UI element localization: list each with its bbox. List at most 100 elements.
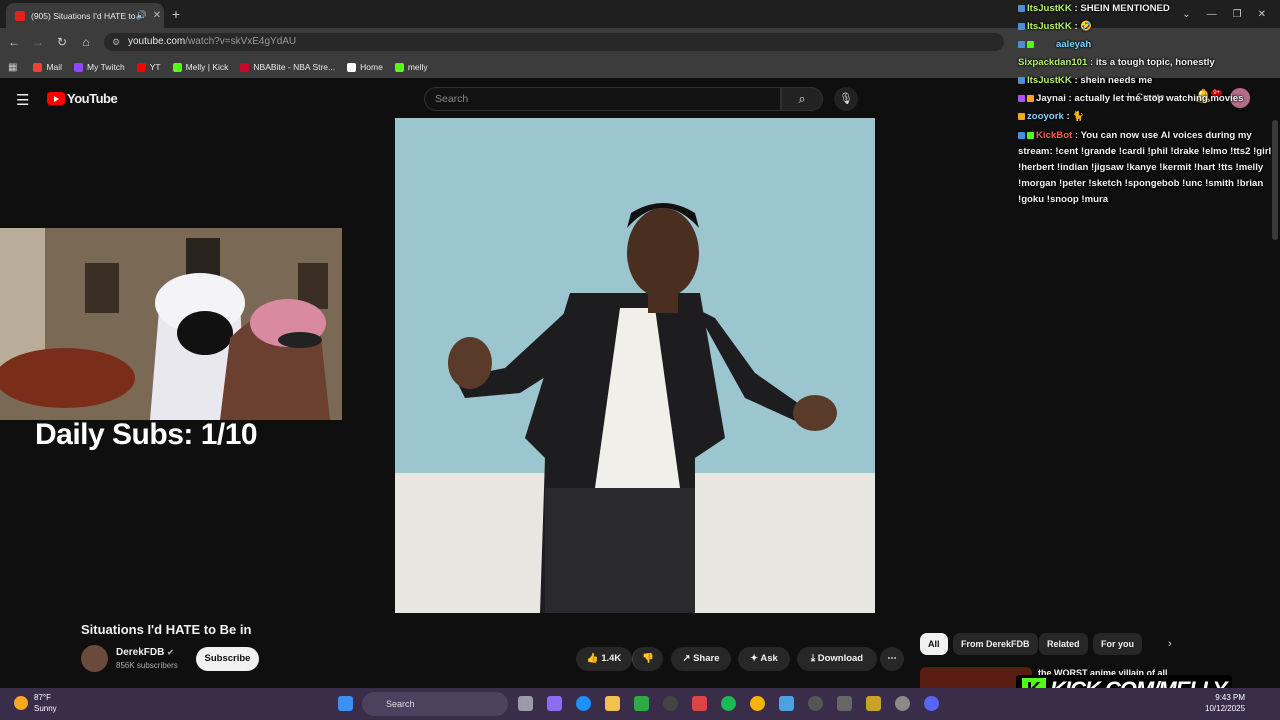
- ask-button[interactable]: ✦ Ask: [738, 647, 790, 671]
- forward-icon[interactable]: →: [30, 34, 46, 50]
- sparkle-icon: ✦: [750, 653, 759, 664]
- chip-all[interactable]: All: [920, 633, 948, 655]
- bookmark-label: My Twitch: [87, 62, 125, 72]
- ask-label: Ask: [760, 653, 778, 664]
- download-label: Download: [817, 653, 864, 664]
- youtube-logo[interactable]: YouTube: [47, 91, 118, 106]
- bookmark-home[interactable]: Home: [347, 62, 383, 72]
- bookmark-yt[interactable]: YT: [136, 62, 161, 72]
- menu-icon[interactable]: ☰: [16, 91, 29, 109]
- chat-text: You can now use AI voices during my stre…: [1018, 130, 1272, 205]
- bookmark-label: Mail: [46, 62, 63, 72]
- app-icon[interactable]: [866, 696, 881, 711]
- download-button[interactable]: ⤓ Download: [797, 647, 877, 671]
- dislike-button[interactable]: 👎: [632, 647, 663, 671]
- weather-temp: 87°F: [34, 693, 51, 702]
- photos-icon[interactable]: [779, 696, 794, 711]
- copilot-icon[interactable]: [547, 696, 562, 711]
- channel-subscribers: 856K subscribers: [116, 661, 178, 670]
- close-tab-icon[interactable]: ✕: [150, 10, 164, 21]
- chip-related[interactable]: Related: [1039, 633, 1088, 655]
- kick-icon: [172, 62, 182, 72]
- streamer-webcam: [0, 228, 342, 420]
- chat-username: Sixpackdan101: [1018, 57, 1088, 68]
- weather-widget[interactable]: 87°F Sunny: [14, 692, 57, 714]
- youtube-favicon-icon: [15, 10, 25, 21]
- subscribe-button[interactable]: Subscribe: [196, 647, 259, 671]
- new-tab-button[interactable]: +: [168, 6, 184, 22]
- more-actions-icon[interactable]: ⋯: [880, 647, 904, 671]
- browser-tab-youtube[interactable]: (905) Situations I'd HATE to 🔊 ✕: [6, 3, 164, 28]
- xbox-icon[interactable]: [634, 696, 649, 711]
- task-view-icon[interactable]: [518, 696, 533, 711]
- spotify-icon[interactable]: [721, 696, 736, 711]
- home-icon[interactable]: ⌂: [78, 34, 94, 50]
- bookmark-melly-kick[interactable]: Melly | Kick: [172, 62, 228, 72]
- channel-avatar[interactable]: [81, 645, 108, 672]
- bookmark-mail[interactable]: Mail: [33, 62, 62, 72]
- site-info-icon[interactable]: ⚙: [112, 33, 120, 51]
- obs-icon[interactable]: [663, 696, 678, 711]
- discord-icon[interactable]: [924, 696, 939, 711]
- speaker-icon[interactable]: 🔊: [136, 10, 147, 21]
- chat-message: KickBot : You can now use AI voices duri…: [1018, 130, 1272, 205]
- verified-icon: ✔: [167, 648, 174, 657]
- app-icon[interactable]: [837, 696, 852, 711]
- chat-message: ItsJustKK : shein needs me: [1014, 72, 1280, 90]
- share-button[interactable]: ↗ Share: [671, 647, 731, 671]
- clock-time: 9:43 PM: [1215, 693, 1246, 702]
- search-input[interactable]: Search: [424, 87, 781, 111]
- daily-subs-overlay: Daily Subs: 1/10: [35, 418, 258, 451]
- video-player[interactable]: [395, 118, 875, 613]
- share-icon: ↗: [682, 653, 691, 664]
- youtube-wordmark: YouTube: [67, 91, 118, 106]
- bookmark-label: Home: [360, 62, 383, 72]
- file-explorer-icon[interactable]: [605, 696, 620, 711]
- url-host: youtube.com: [128, 36, 186, 47]
- chrome-icon[interactable]: [750, 696, 765, 711]
- badge-icon: [1027, 131, 1034, 139]
- reload-icon[interactable]: ↻: [54, 34, 70, 50]
- badge-icon: [1027, 94, 1034, 102]
- system-clock[interactable]: 9:43 PM 10/12/2025: [1205, 692, 1245, 714]
- bookmark-nbabite[interactable]: NBABite - NBA Stre...: [240, 62, 335, 72]
- windows-start-icon[interactable]: [338, 696, 353, 711]
- search-icon[interactable]: ⌕: [781, 87, 823, 111]
- chat-username: aaleyah: [1056, 39, 1092, 50]
- chat-username: ItsJustKK: [1027, 75, 1072, 86]
- chat-text: actually let me stop watching movies: [1074, 93, 1244, 104]
- chip-from-channel[interactable]: From DerekFDB: [953, 633, 1038, 655]
- settings-gear-icon[interactable]: [895, 696, 910, 711]
- badge-icon: [1018, 112, 1025, 120]
- bookmark-melly[interactable]: melly: [394, 62, 428, 72]
- url-path: /watch?v=skVxE4gYdAU: [185, 36, 297, 47]
- download-icon: ⤓: [810, 653, 816, 664]
- store-icon[interactable]: [692, 696, 707, 711]
- chat-text: its a tough topic, honestly: [1095, 57, 1215, 68]
- chat-message: zooyork : 🐈: [1014, 108, 1280, 126]
- share-label: Share: [693, 653, 720, 664]
- address-bar[interactable]: ⚙ youtube.com/watch?v=skVxE4gYdAU: [104, 33, 1004, 51]
- back-icon[interactable]: ←: [6, 34, 22, 50]
- badge-icon: [1018, 40, 1025, 48]
- gmail-icon: [33, 62, 43, 72]
- media-player-icon[interactable]: [808, 696, 823, 711]
- chat-text: shein needs me: [1080, 75, 1153, 86]
- thumbs-up-icon: 👍: [586, 653, 599, 664]
- chat-username: zooyork: [1027, 111, 1064, 122]
- chevron-right-icon[interactable]: ›: [1168, 638, 1172, 650]
- chip-for-you[interactable]: For you: [1093, 633, 1142, 655]
- bookmark-my-twitch[interactable]: My Twitch: [74, 62, 125, 72]
- microphone-icon[interactable]: 🎙: [834, 87, 858, 111]
- video-title: Situations I'd HATE to Be in: [81, 622, 252, 637]
- youtube-icon: [136, 62, 146, 72]
- clock-date: 10/12/2025: [1205, 704, 1246, 713]
- taskbar-search[interactable]: Search: [362, 692, 508, 716]
- nba-icon: [240, 62, 250, 72]
- chat-username: ItsJustKK: [1027, 21, 1072, 32]
- like-button[interactable]: 👍 1.4K: [576, 647, 632, 671]
- apps-grid-icon[interactable]: ▦: [8, 62, 17, 73]
- thumbs-down-icon: 👎: [642, 653, 654, 664]
- channel-name[interactable]: DerekFDB ✔: [116, 647, 174, 658]
- edge-icon[interactable]: [576, 696, 591, 711]
